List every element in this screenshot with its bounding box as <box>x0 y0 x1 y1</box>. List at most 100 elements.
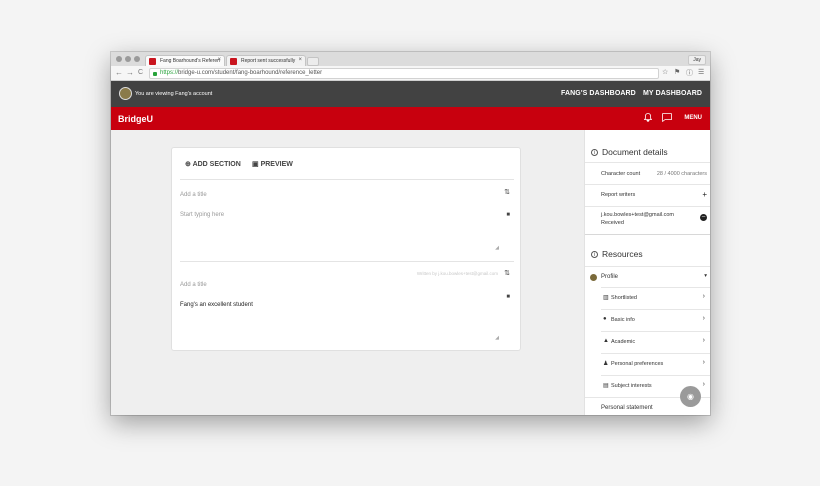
writer-status: Received <box>601 220 624 226</box>
writer-email: j.kou.bowles+test@gmail.com <box>601 212 674 218</box>
info-icon: i <box>591 149 598 156</box>
chat-bubble-icon: ◉ <box>687 392 694 401</box>
preview-label: PREVIEW <box>260 161 293 168</box>
remove-writer-icon[interactable]: – <box>700 214 707 221</box>
document-details-heading: i Document details <box>591 147 668 157</box>
bridgeu-favicon-icon <box>149 58 156 65</box>
resource-item-label: Academic <box>611 339 636 345</box>
avatar <box>119 87 132 100</box>
report-writers-label: Report writers <box>601 192 636 198</box>
person-icon: ♟ <box>603 361 609 367</box>
right-panel: i Document details Character count 28 / 4… <box>584 130 710 415</box>
close-tab-icon[interactable]: × <box>217 57 221 63</box>
books-icon: ▤ <box>603 383 609 389</box>
resources-heading: i Resources <box>591 249 643 259</box>
character-count-row: Character count 28 / 4000 characters <box>585 162 710 184</box>
forward-icon[interactable]: → <box>126 68 134 77</box>
resource-item-basic-info[interactable]: ● Basic info › <box>601 309 710 331</box>
maximize-window-icon[interactable] <box>134 56 140 62</box>
delete-icon[interactable]: ■ <box>506 294 510 300</box>
bookmark-star-icon[interactable]: ☆ <box>662 68 668 76</box>
close-window-icon[interactable] <box>116 56 122 62</box>
profile-chip[interactable]: Jay <box>688 55 706 65</box>
page-info-icon[interactable]: ⓘ <box>686 68 693 78</box>
chevron-right-icon: › <box>702 359 705 366</box>
message-icon[interactable] <box>662 113 672 124</box>
reorder-icon[interactable]: ⇅ <box>504 188 510 196</box>
add-writer-icon[interactable]: + <box>702 190 707 199</box>
lock-icon <box>153 72 157 76</box>
university-icon: ▥ <box>603 295 609 301</box>
back-icon[interactable]: ← <box>115 68 123 77</box>
close-tab-icon[interactable]: × <box>298 57 302 63</box>
bell-icon[interactable] <box>643 113 653 124</box>
reorder-icon[interactable]: ⇅ <box>504 269 510 277</box>
add-circle-icon: ⊕ <box>185 161 191 168</box>
resources-label: Resources <box>602 249 643 259</box>
section-title-input[interactable]: Add a title <box>180 282 207 288</box>
browser-window: Fang Boarhound's Referen × Report sent s… <box>111 52 710 415</box>
tab-bar: Fang Boarhound's Referen × Report sent s… <box>111 52 710 66</box>
chevron-right-icon: › <box>702 337 705 344</box>
editor-area: ⊕ ADD SECTION ▣ PREVIEW Add a title ⇅ St… <box>111 130 584 415</box>
profile-label: Profile <box>601 274 619 280</box>
section-title-input[interactable]: Add a title <box>180 192 207 198</box>
divider <box>180 179 514 180</box>
delete-icon[interactable]: ■ <box>506 212 510 218</box>
profile-avatar <box>590 274 597 281</box>
resource-item-label: Subject interests <box>611 383 652 389</box>
browser-menu-icon[interactable]: ☰ <box>698 68 704 76</box>
tab-report-sent[interactable]: Report sent successfully × <box>226 55 306 66</box>
resize-handle-icon[interactable]: ◢ <box>495 245 499 251</box>
url-scheme: https:// <box>160 70 179 76</box>
info-filled-icon: ● <box>603 316 607 322</box>
extension-icon[interactable]: ⚑ <box>674 68 680 76</box>
character-count-label: Character count <box>601 171 641 177</box>
my-dashboard-link[interactable]: MY DASHBOARD <box>643 90 702 97</box>
address-bar-row: ← → C https://bridge-u.com/student/fang-… <box>111 66 710 81</box>
viewing-account-text: You are viewing Fang's account <box>135 91 213 97</box>
chevron-right-icon: › <box>702 315 705 322</box>
url-field[interactable]: https://bridge-u.com/student/fang-boarho… <box>149 68 659 79</box>
menu-button[interactable]: MENU <box>684 115 702 121</box>
graduation-cap-icon: ▲ <box>603 338 609 344</box>
bridgeu-favicon-icon <box>230 58 237 65</box>
profile-row[interactable]: Profile ▾ <box>585 266 710 287</box>
chevron-right-icon: › <box>702 293 705 300</box>
bridgeu-logo[interactable]: BridgeU <box>118 114 153 124</box>
tab-reference-letter[interactable]: Fang Boarhound's Referen × <box>145 55 225 66</box>
chat-support-button[interactable]: ◉ <box>680 386 701 407</box>
preview-button[interactable]: ▣ PREVIEW <box>252 160 293 168</box>
app-header: BridgeU MENU <box>111 107 710 130</box>
resource-item-shortlisted[interactable]: ▥ Shortlisted › <box>601 287 710 309</box>
fangs-dashboard-link[interactable]: FANG'S DASHBOARD <box>561 90 636 97</box>
add-section-button[interactable]: ⊕ ADD SECTION <box>185 160 241 168</box>
preview-icon: ▣ <box>252 161 259 168</box>
writer-row: j.kou.bowles+test@gmail.com Received – <box>585 206 710 234</box>
resource-item-label: Personal preferences <box>611 361 664 367</box>
reference-letter-card: ⊕ ADD SECTION ▣ PREVIEW Add a title ⇅ St… <box>171 147 521 351</box>
info-icon: i <box>591 251 598 258</box>
written-by-text: Written by j.kou.bowles+test@gmail.com <box>416 271 498 276</box>
minimize-window-icon[interactable] <box>125 56 131 62</box>
tab-title: Fang Boarhound's Referen <box>160 58 220 64</box>
chevron-right-icon: › <box>702 381 705 388</box>
caret-down-icon: ▾ <box>704 273 707 279</box>
new-tab-button[interactable] <box>307 57 319 66</box>
report-writers-row: Report writers + <box>585 184 710 206</box>
section-body-textarea[interactable]: Fang's an excellent student <box>180 302 253 308</box>
add-section-label: ADD SECTION <box>192 161 241 168</box>
document-details-label: Document details <box>602 147 668 157</box>
resource-item-academic[interactable]: ▲ Academic › <box>601 331 710 353</box>
url-path: bridge-u.com/student/fang-boarhound/refe… <box>178 70 323 76</box>
resource-item-personal-preferences[interactable]: ♟ Personal preferences › <box>601 353 710 375</box>
personal-statement-label: Personal statement <box>601 405 653 411</box>
character-count-value: 28 / 4000 characters <box>656 171 707 177</box>
resource-item-label: Basic info <box>611 317 635 323</box>
divider <box>180 261 514 262</box>
resize-handle-icon[interactable]: ◢ <box>495 335 499 341</box>
account-bar: You are viewing Fang's account FANG'S DA… <box>111 81 710 107</box>
section-body-textarea[interactable]: Start typing here <box>180 212 224 218</box>
reload-icon[interactable]: C <box>138 69 143 76</box>
tab-title: Report sent successfully <box>241 58 296 64</box>
